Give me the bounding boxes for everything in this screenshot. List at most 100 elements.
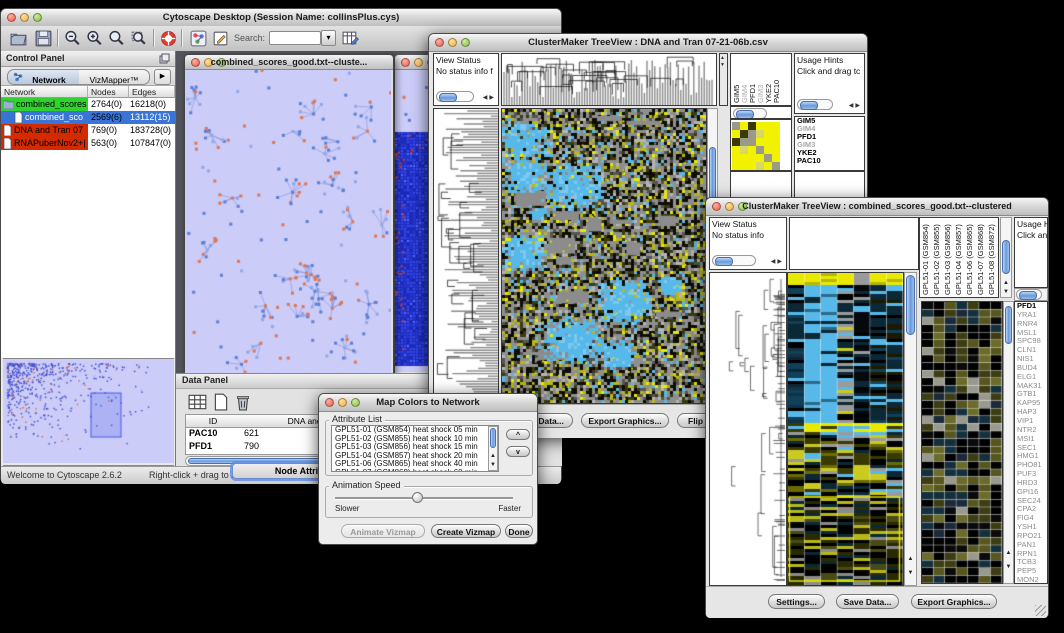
tv1-hints-scrollbar[interactable] xyxy=(797,99,833,110)
tv1-column-dendrogram[interactable] xyxy=(501,53,717,106)
resize-grip[interactable] xyxy=(1035,605,1046,616)
matrix-cell[interactable] xyxy=(764,122,772,130)
close-icon[interactable] xyxy=(7,13,16,22)
attribute-list[interactable]: GPL51-01 (GSM854) heat shock 05 minGPL51… xyxy=(331,425,499,472)
help-lifesaver-icon[interactable] xyxy=(159,29,178,48)
attribute-list-vscrollbar[interactable]: ▲ ▼ xyxy=(488,426,498,471)
zoom-fit-icon[interactable] xyxy=(107,29,126,48)
tab-network[interactable]: Network xyxy=(7,69,81,85)
dialog-title-bar[interactable]: Map Colors to Network xyxy=(319,394,537,412)
column-header-network[interactable]: Network xyxy=(1,86,88,98)
matrix-cell[interactable] xyxy=(748,138,756,146)
new-attribute-icon[interactable] xyxy=(212,393,230,411)
matrix-cell[interactable] xyxy=(772,138,780,146)
treeview1-title-bar[interactable]: ClusterMaker TreeView : DNA and Tran 07-… xyxy=(429,34,867,52)
speed-slider-track[interactable] xyxy=(335,497,513,499)
scroll-arrows[interactable]: ◀▶ xyxy=(849,102,862,109)
birdseye-view[interactable] xyxy=(3,358,174,466)
matrix-cell[interactable] xyxy=(764,162,772,170)
animate-vizmap-button[interactable]: Animate Vizmap xyxy=(341,524,425,538)
scrollbar[interactable] xyxy=(1016,289,1042,300)
settings-button[interactable]: Settings... xyxy=(768,594,825,609)
tv1-heatmap[interactable] xyxy=(501,108,707,404)
move-up-button[interactable]: ^ xyxy=(506,429,530,440)
network-window-title-bar[interactable]: combined_scores_good.txt--cluste... xyxy=(185,55,393,70)
main-title-bar[interactable]: Cytoscape Desktop (Session Name: collins… xyxy=(1,9,561,27)
table-row-rnapuber[interactable]: RNAPuberNov2+| 563(0) 107847(0) xyxy=(1,137,176,150)
scroll-up-icon[interactable]: ▲ xyxy=(1001,279,1011,287)
matrix-cell[interactable] xyxy=(748,130,756,138)
matrix-cell[interactable] xyxy=(772,122,780,130)
cluster-zoom-matrix[interactable] xyxy=(732,122,780,170)
column-header-edges[interactable]: Edges xyxy=(129,86,175,98)
matrix-cell[interactable] xyxy=(764,130,772,138)
save-session-icon[interactable] xyxy=(34,29,53,48)
tv1-zoom-matrix-panel[interactable] xyxy=(730,119,792,171)
table-row-combined-sco-selected[interactable]: combined_sco 2569(6) 13112(15) xyxy=(1,111,176,124)
tv2-gene-list[interactable]: PFD1YRA1RNR4MSL1SPC98CLN1NIS1BUD4ELG1MAK… xyxy=(1014,301,1048,584)
tv2-hints-scroll-strip[interactable] xyxy=(1014,288,1048,301)
delete-attribute-icon[interactable] xyxy=(234,393,252,411)
scroll-down-icon[interactable]: ▼ xyxy=(905,569,916,577)
scrollbar-thumb[interactable] xyxy=(1005,306,1012,344)
close-icon[interactable] xyxy=(191,58,200,67)
scrollbar-thumb[interactable] xyxy=(906,275,915,335)
tab-overflow-button[interactable]: ▶ xyxy=(154,69,171,85)
table-row-combined-scores[interactable]: combined_scores 2764(0) 16218(0) xyxy=(1,98,176,111)
matrix-cell[interactable] xyxy=(732,122,740,130)
matrix-cell[interactable] xyxy=(764,146,772,154)
close-icon[interactable] xyxy=(401,58,410,67)
matrix-cell[interactable] xyxy=(756,122,764,130)
matrix-cell[interactable] xyxy=(772,146,780,154)
tv1-header-scroll-strip[interactable]: ▲ ▼ xyxy=(719,53,728,106)
scroll-arrows[interactable]: ◀▶ xyxy=(771,258,784,265)
scroll-arrows[interactable]: ▲ xyxy=(720,55,725,61)
matrix-cell[interactable] xyxy=(756,130,764,138)
export-graphics-button[interactable]: Export Graphics... xyxy=(911,594,997,609)
matrix-cell[interactable] xyxy=(748,122,756,130)
zoom-out-icon[interactable] xyxy=(63,29,82,48)
tv2-heatmap-vscrollbar[interactable]: ▲ ▼ xyxy=(904,272,917,586)
matrix-cell[interactable] xyxy=(732,154,740,162)
matrix-cell[interactable] xyxy=(772,130,780,138)
export-graphics-button[interactable]: Export Graphics... xyxy=(581,413,669,428)
matrix-cell[interactable] xyxy=(740,154,748,162)
scroll-down-icon[interactable]: ▼ xyxy=(1004,563,1013,571)
network-graph-canvas[interactable] xyxy=(185,70,391,373)
matrix-cell[interactable] xyxy=(748,162,756,170)
speed-slider-thumb[interactable] xyxy=(412,492,423,503)
network-view-icon[interactable] xyxy=(189,29,208,48)
birdseye-canvas[interactable] xyxy=(3,359,174,463)
matrix-cell[interactable] xyxy=(748,154,756,162)
tab-vizmapper[interactable]: VizMapper™ xyxy=(79,69,150,85)
scroll-down-icon[interactable]: ▼ xyxy=(489,461,497,469)
tv2-column-dendrogram[interactable] xyxy=(789,217,919,270)
tv2-row-dendrogram[interactable] xyxy=(709,272,787,586)
matrix-cell[interactable] xyxy=(756,146,764,154)
tv2-heatmap[interactable] xyxy=(787,272,904,586)
matrix-cell[interactable] xyxy=(748,146,756,154)
scrollbar-thumb[interactable] xyxy=(490,428,496,448)
id-column-header[interactable]: ID xyxy=(186,415,241,428)
matrix-cell[interactable] xyxy=(772,154,780,162)
column-header-nodes[interactable]: Nodes xyxy=(88,86,129,98)
matrix-cell[interactable] xyxy=(756,162,764,170)
table-mode-icon[interactable] xyxy=(188,393,208,411)
network-view-window[interactable]: combined_scores_good.txt--cluste... xyxy=(184,54,394,373)
matrix-cell[interactable] xyxy=(732,138,740,146)
zoom-in-icon[interactable] xyxy=(85,29,104,48)
matrix-cell[interactable] xyxy=(732,146,740,154)
annotation-icon[interactable] xyxy=(211,29,230,48)
float-panel-icon[interactable] xyxy=(159,53,170,64)
matrix-cell[interactable] xyxy=(732,162,740,170)
matrix-cell[interactable] xyxy=(740,122,748,130)
matrix-cell[interactable] xyxy=(732,130,740,138)
attribute-table-icon[interactable] xyxy=(341,29,360,48)
matrix-cell[interactable] xyxy=(740,146,748,154)
search-dropdown-icon[interactable]: ▾ xyxy=(321,30,336,46)
tv1-mini-hscroll[interactable] xyxy=(730,106,792,119)
search-input[interactable] xyxy=(269,31,321,45)
tv2-status-scrollbar[interactable] xyxy=(712,255,756,266)
save-data-button[interactable]: Save Data... xyxy=(836,594,899,609)
done-button[interactable]: Done xyxy=(505,524,533,538)
